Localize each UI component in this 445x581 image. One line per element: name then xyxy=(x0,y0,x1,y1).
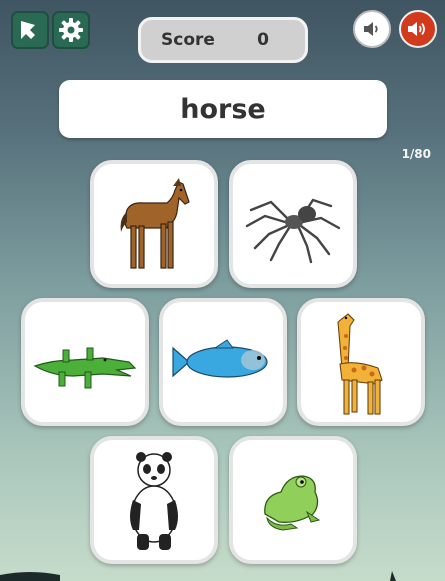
horse-icon xyxy=(120,178,190,269)
fish-icon xyxy=(172,339,268,378)
frog-icon xyxy=(264,475,321,531)
card-giraffe[interactable] xyxy=(297,298,425,426)
gear-icon xyxy=(59,18,83,42)
card-frog[interactable] xyxy=(229,436,357,564)
speaker-loud-icon xyxy=(408,22,425,36)
crocodile-icon xyxy=(33,347,137,389)
card-horse[interactable] xyxy=(90,160,218,288)
target-word: horse xyxy=(180,93,266,125)
panda-icon xyxy=(130,452,178,550)
card-panda[interactable] xyxy=(90,436,218,564)
ground-silhouette xyxy=(0,571,396,581)
spider-icon xyxy=(245,198,341,264)
score-value: 0 xyxy=(257,30,269,50)
progress-counter: 1/80 xyxy=(401,147,431,161)
exit-arrow-icon xyxy=(21,21,35,39)
score-label: Score xyxy=(161,30,215,50)
card-spider[interactable] xyxy=(229,160,357,288)
exit-button[interactable] xyxy=(11,11,49,49)
target-word-box: horse xyxy=(59,80,387,138)
card-crocodile[interactable] xyxy=(21,298,149,426)
giraffe-icon xyxy=(337,313,383,415)
card-fish[interactable] xyxy=(159,298,287,426)
sound-button[interactable] xyxy=(353,10,391,48)
speaker-icon xyxy=(364,22,378,36)
settings-button[interactable] xyxy=(52,11,90,49)
score-display: Score 0 xyxy=(138,17,308,63)
volume-button[interactable] xyxy=(399,10,437,48)
